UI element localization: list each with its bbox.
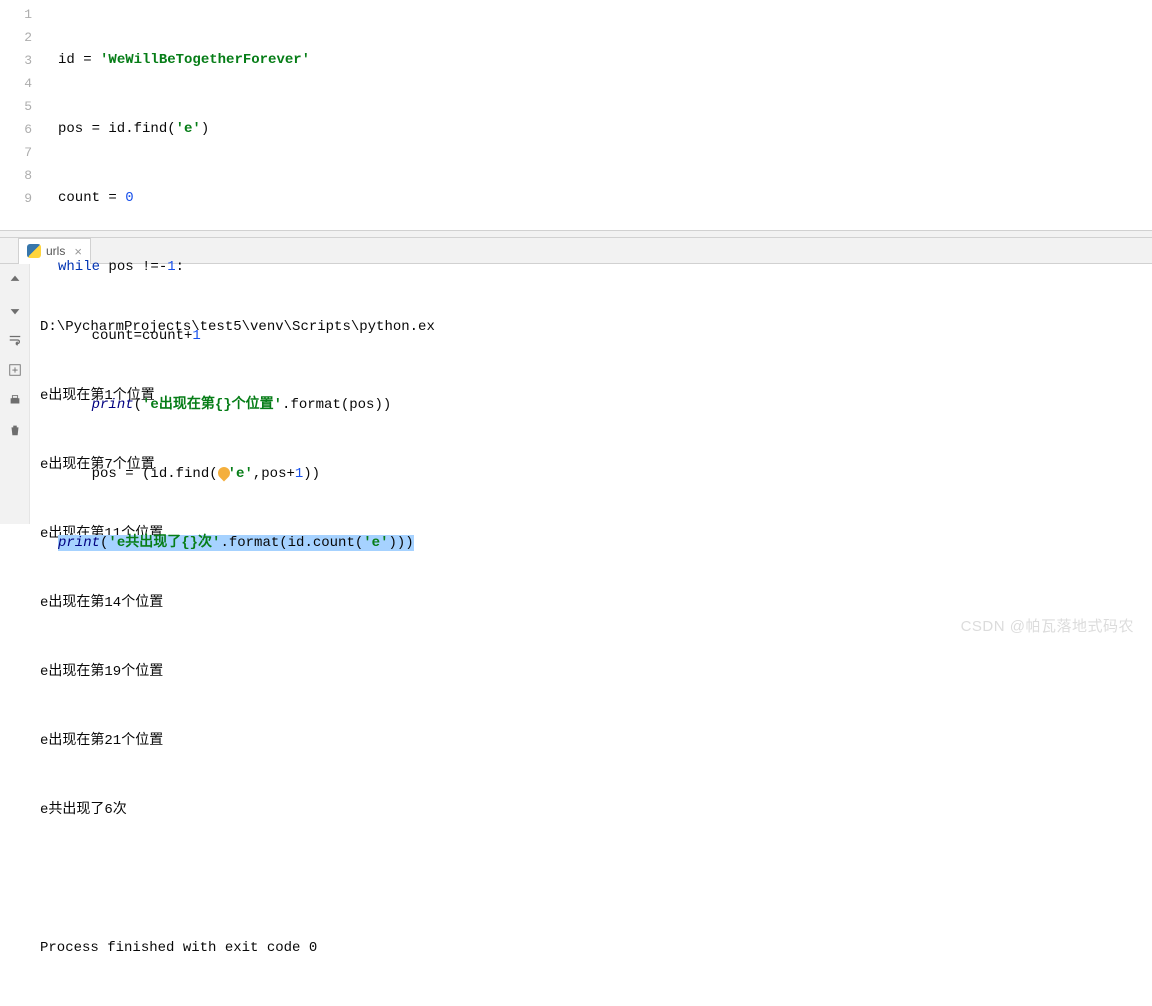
trash-icon[interactable] xyxy=(5,420,25,440)
python-file-icon xyxy=(27,244,41,258)
down-icon[interactable] xyxy=(5,300,25,320)
console-toolbar xyxy=(0,264,30,524)
scroll-to-end-icon[interactable] xyxy=(5,360,25,380)
output-line: e出现在第21个位置 xyxy=(40,730,1142,753)
code-content[interactable]: id = 'WeWillBeTogetherForever' pos = id.… xyxy=(50,0,1152,230)
output-line: e出现在第19个位置 xyxy=(40,661,1142,684)
line-number-gutter: 1 2 3 4 5 6 7 8 9 xyxy=(0,0,50,230)
soft-wrap-icon[interactable] xyxy=(5,330,25,350)
watermark: CSDN @帕瓦落地式码农 xyxy=(961,615,1134,636)
exit-line: Process finished with exit code 0 xyxy=(40,937,1142,960)
print-icon[interactable] xyxy=(5,390,25,410)
code-editor[interactable]: 1 2 3 4 5 6 7 8 9 id = 'WeWillBeTogether… xyxy=(0,0,1152,230)
up-icon[interactable] xyxy=(5,270,25,290)
output-line: e共出现了6次 xyxy=(40,799,1142,822)
